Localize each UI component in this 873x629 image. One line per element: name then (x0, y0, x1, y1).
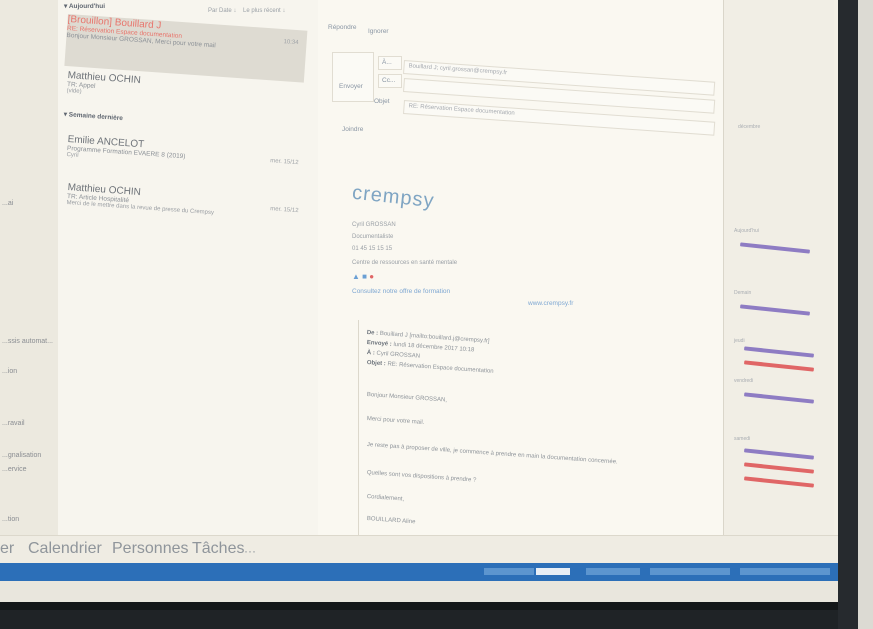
ignore-button[interactable]: Ignorer (368, 28, 389, 35)
quoted-to-label: À : (366, 350, 375, 357)
quoted-body-line: Cordialement, (366, 494, 405, 503)
sort-order-label[interactable]: Le plus récent ↓ (243, 8, 285, 14)
reply-button[interactable]: Répondre (328, 24, 357, 31)
cc-button[interactable]: Cc... (378, 74, 402, 88)
send-label: Envoyer (339, 83, 363, 90)
quoted-body-line: Merci pour votre mail. (366, 416, 425, 427)
status-bar (0, 563, 838, 581)
folder-item[interactable]: ...ssis automat... (2, 338, 53, 345)
cc-label: Cc... (382, 77, 396, 84)
peek-day-label: Demain (734, 290, 752, 296)
quoted-to: À : Cyril GROSSAN (367, 350, 421, 360)
folder-pane: ...ai ...ssis automat... ...ion ...ravai… (0, 0, 59, 540)
reading-pane: Répondre Ignorer Envoyer À... Cc... Boui… (318, 0, 723, 540)
quoted-message: De : Bouillard J [mailto:bouillard.j@cre… (358, 320, 711, 540)
sort-control[interactable]: Par Date ↓ Le plus récent ↓ (208, 8, 285, 14)
nav-mail[interactable]: er (0, 540, 14, 558)
peek-month[interactable]: décembre (738, 124, 760, 130)
folder-item[interactable]: ...tion (2, 516, 19, 523)
status-segment (650, 568, 730, 575)
status-segment (586, 568, 640, 575)
quoted-subject-label: Objet : (366, 360, 386, 368)
list-item[interactable]: Matthieu OCHIN TR: Article Hospitalité M… (65, 182, 307, 239)
crempsy-logo: crempsy (351, 181, 436, 213)
peek-event[interactable] (743, 462, 815, 474)
signature-line: Cyril GROSSAN (352, 222, 396, 228)
folder-item[interactable]: ...ion (2, 368, 17, 375)
peek-day-label: samedi (734, 436, 751, 442)
nav-more[interactable]: ··· (244, 544, 256, 558)
send-button[interactable]: Envoyer (332, 52, 374, 102)
to-label: À... (382, 59, 392, 66)
signature-line: 01 45 15 15 15 (352, 246, 393, 252)
nav-tasks[interactable]: Tâches (192, 540, 244, 558)
window-footer (0, 581, 838, 602)
peek-event[interactable] (743, 476, 815, 488)
website-link[interactable]: www.crempsy.fr (528, 300, 573, 307)
peek-event[interactable] (743, 448, 815, 460)
outlook-window: ...ai ...ssis automat... ...ion ...ravai… (0, 0, 838, 610)
folder-item[interactable]: ...ravail (2, 420, 25, 427)
sort-by-label[interactable]: Par Date ↓ (208, 8, 236, 14)
calendar-peek: décembre Aujourd'hui Demain jeudi vendre… (723, 0, 834, 540)
peek-event[interactable] (739, 304, 811, 316)
facebook-icon[interactable]: ■ (362, 272, 367, 281)
status-segment (536, 568, 570, 575)
twitter-icon[interactable]: ▲ (352, 272, 360, 281)
to-field-value: Bouillard J; cyril.grossan@crempsy.fr (408, 63, 508, 77)
peek-day-label: Aujourd'hui (734, 228, 759, 234)
peek-event[interactable] (743, 392, 815, 404)
quoted-subject-value: RE: Réservation Espace documentation (387, 361, 494, 375)
nav-people[interactable]: Personnes (112, 540, 189, 558)
peek-event[interactable] (743, 360, 815, 372)
peek-day-label: vendredi (734, 378, 754, 384)
to-button[interactable]: À... (378, 56, 402, 70)
status-segment (484, 568, 534, 575)
quoted-sent-label: Envoyé : (366, 340, 392, 348)
peek-day-label: jeudi (734, 338, 745, 344)
module-nav: er Calendrier Personnes Tâches ··· (0, 535, 838, 564)
peek-event[interactable] (739, 242, 811, 254)
folder-item[interactable]: ...ervice (2, 466, 27, 473)
folder-item[interactable]: ...gnalisation (2, 452, 41, 459)
quoted-body-line: Bonjour Monsieur GROSSAN, (366, 392, 448, 404)
message-date: 10:34 (283, 39, 299, 47)
attach-button[interactable]: Joindre (342, 126, 363, 133)
object-label: Objet (374, 98, 390, 105)
list-item[interactable]: Emilie ANCELOT Programme Formation EVAER… (65, 134, 307, 189)
quoted-body-line: Quelles sont vos dispositions à prendre … (366, 470, 477, 484)
social-icons: ▲ ■ ● (352, 272, 374, 281)
training-link[interactable]: Consultez notre offre de formation (352, 288, 450, 295)
nav-calendar[interactable]: Calendrier (28, 540, 102, 558)
subject-field-value: RE: Réservation Espace documentation (408, 103, 515, 117)
message-list: Par Date ↓ Le plus récent ↓ ▾ Aujourd'hu… (58, 0, 319, 540)
monitor-edge (858, 0, 873, 629)
quoted-to-value: Cyril GROSSAN (376, 350, 421, 360)
group-header-today[interactable]: ▾ Aujourd'hui (64, 2, 105, 10)
folder-item[interactable]: ...ai (2, 200, 13, 207)
peek-event[interactable] (743, 346, 815, 358)
youtube-icon[interactable]: ● (369, 272, 374, 281)
quoted-body-line: Je reste pas à proposer de ville, je com… (366, 442, 618, 466)
zoom-slider[interactable] (740, 568, 830, 575)
taskbar (0, 602, 838, 610)
quoted-from-label: De : (366, 330, 379, 337)
signature-line: Documentaliste (352, 234, 394, 240)
signature-line: Centre de ressources en santé mentale (352, 260, 458, 266)
quoted-subject: Objet : RE: Réservation Espace documenta… (367, 360, 494, 375)
quoted-body-line: BOUILLARD Aline (366, 516, 416, 526)
